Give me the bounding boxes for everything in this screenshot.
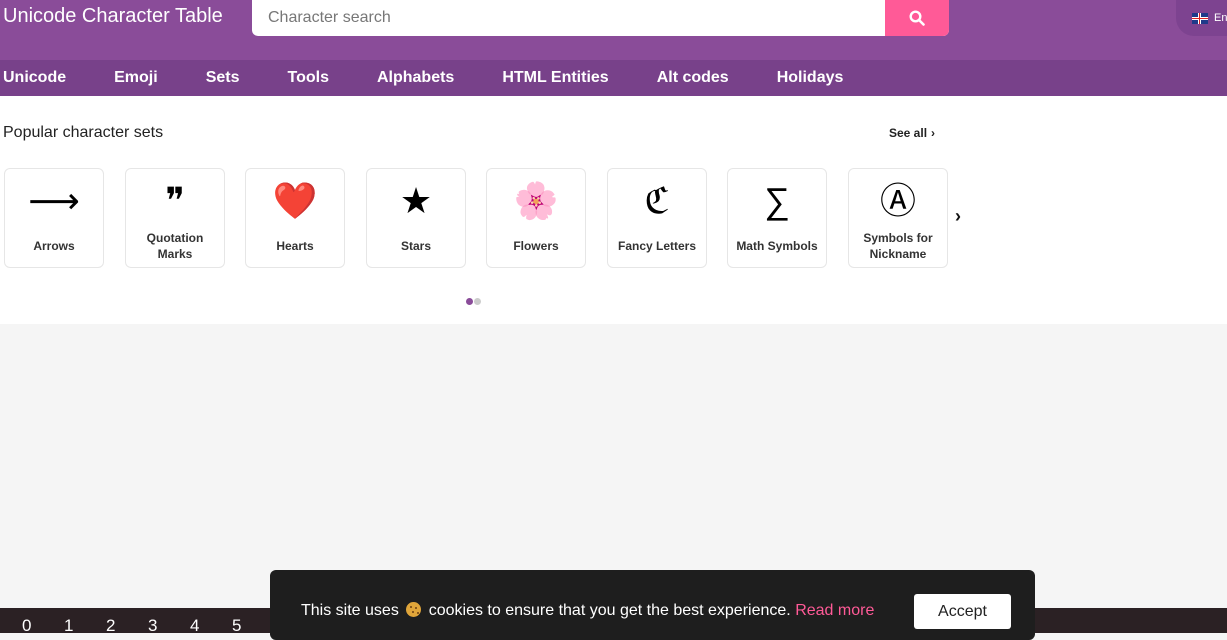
pager-dot[interactable] xyxy=(474,298,481,305)
site-logo[interactable]: Unicode Character Table xyxy=(3,5,223,27)
set-card-stars[interactable]: ★ Stars xyxy=(366,168,466,268)
set-card-math-symbols[interactable]: ∑ Math Symbols xyxy=(727,168,827,268)
uk-flag-icon xyxy=(1192,12,1208,24)
top-header: Unicode Character Table En xyxy=(0,0,1227,60)
set-label: Hearts xyxy=(276,239,314,253)
set-card-hearts[interactable]: ❤️ Hearts xyxy=(245,168,345,268)
digit-link[interactable]: 3 xyxy=(148,616,157,636)
sets-carousel: ⟶ Arrows ❞ Quotation Marks ❤️ Hearts ★ Stars 🌸 Fl… xyxy=(4,168,954,268)
search-input[interactable] xyxy=(252,0,872,36)
cookie-icon xyxy=(406,602,422,617)
set-label: Symbols for Nickname xyxy=(863,231,933,261)
set-label: Stars xyxy=(400,239,432,253)
nav-item-alphabets[interactable]: Alphabets xyxy=(377,60,454,96)
popular-sets-panel: Popular character sets See all › ⟶ Arrows ❞… xyxy=(0,96,1227,324)
set-label: Flowers xyxy=(513,239,559,253)
nav-item-alt-codes[interactable]: Alt codes xyxy=(657,60,729,96)
section-title: Popular character sets xyxy=(3,124,164,141)
pager-dot[interactable] xyxy=(466,298,473,305)
digit-link[interactable]: 2 xyxy=(106,616,115,636)
language-label: En xyxy=(1214,12,1227,24)
set-card-arrows[interactable]: ⟶ Arrows xyxy=(4,168,104,268)
carousel-pager xyxy=(466,292,482,310)
set-card-flowers[interactable]: 🌸 Flowers xyxy=(486,168,586,268)
set-card-fancy-letters[interactable]: ℭ Fancy Letters xyxy=(607,168,707,268)
set-card-symbols-for-nickname[interactable]: Ⓐ Symbols for Nickname xyxy=(848,168,948,268)
set-symbol: 🌸 xyxy=(513,180,559,221)
set-label: Quotation Marks xyxy=(146,231,204,261)
digit-link[interactable]: 1 xyxy=(64,616,73,636)
cookie-message: This site uses cookies to ensure that yo… xyxy=(301,602,874,620)
accept-button[interactable]: Accept xyxy=(914,594,1011,629)
set-symbol: Ⓐ xyxy=(879,180,916,221)
set-label: Arrows xyxy=(33,239,75,253)
main-nav: Unicode Emoji Sets Tools Alphabets HTML Entit… xyxy=(0,60,1227,96)
search-button[interactable] xyxy=(885,0,949,36)
see-all-link[interactable]: See all › xyxy=(889,126,935,140)
nav-item-tools[interactable]: Tools xyxy=(287,60,328,96)
language-selector[interactable]: En xyxy=(1176,0,1227,36)
search-icon xyxy=(909,10,925,26)
chevron-right-icon: › xyxy=(931,126,936,140)
set-symbol: ℭ xyxy=(644,180,670,221)
set-card-quotation-marks[interactable]: ❞ Quotation Marks xyxy=(125,168,225,268)
nav-item-unicode[interactable]: Unicode xyxy=(0,60,66,96)
set-symbol: ∑ xyxy=(764,180,790,221)
search-box xyxy=(252,0,949,36)
nav-item-sets[interactable]: Sets xyxy=(206,60,240,96)
cookie-text-after: cookies to ensure that you get the best … xyxy=(428,602,791,619)
digit-link[interactable]: 5 xyxy=(232,616,241,636)
set-label: Math Symbols xyxy=(736,239,818,253)
nav-item-emoji[interactable]: Emoji xyxy=(114,60,158,96)
set-symbol: ❞ xyxy=(165,180,185,221)
set-symbol: ⟶ xyxy=(28,180,80,221)
set-symbol: ❤️ xyxy=(272,180,318,221)
set-symbol: ★ xyxy=(399,180,433,221)
read-more-link[interactable]: Read more xyxy=(795,602,874,619)
nav-item-html-entities[interactable]: HTML Entities xyxy=(502,60,608,96)
set-label: Fancy Letters xyxy=(617,239,697,253)
digit-link[interactable]: 0 xyxy=(22,616,31,636)
carousel-next-icon[interactable]: › xyxy=(955,206,961,227)
cookie-banner: This site uses cookies to ensure that yo… xyxy=(270,570,1035,640)
nav-item-holidays[interactable]: Holidays xyxy=(777,60,844,96)
see-all-label: See all xyxy=(889,126,928,140)
digit-link[interactable]: 4 xyxy=(190,616,199,636)
cookie-text-before: This site uses xyxy=(301,602,399,619)
